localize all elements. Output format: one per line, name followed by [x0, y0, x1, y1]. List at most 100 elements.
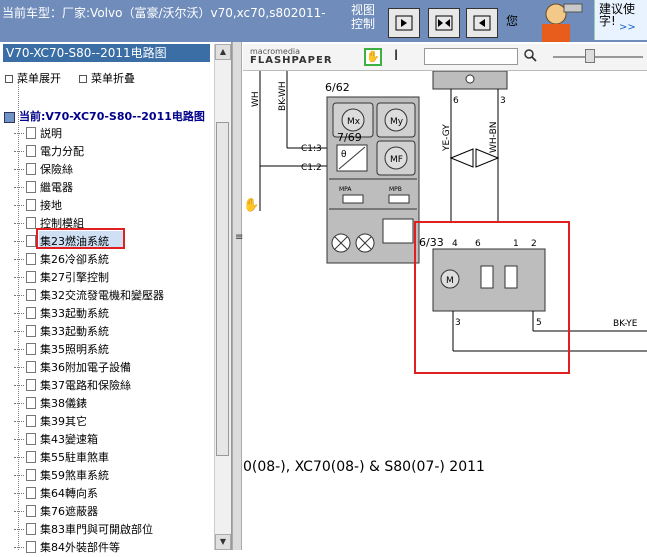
tree-connector-dots: [14, 240, 24, 242]
tree-item-label: 繼電器: [40, 181, 73, 194]
vehicle-title: 当前车型：厂家:Volvo（富豪/沃尔沃）v70,xc70,s802011-: [2, 6, 326, 20]
zoom-slider-track[interactable]: [553, 56, 643, 58]
book-icon: [4, 111, 15, 123]
document-icon: [26, 163, 36, 175]
tree-item[interactable]: 集43變速箱: [14, 431, 98, 449]
tree-item[interactable]: 説明: [14, 125, 62, 143]
panel-splitter[interactable]: [232, 42, 242, 550]
hand-tool-button[interactable]: ✋: [364, 48, 382, 66]
tree-connector-dots: [14, 132, 24, 134]
scroll-thumb[interactable]: [216, 122, 229, 456]
wire-label-bkye: BK-YE: [613, 319, 638, 329]
tree-scrollbar[interactable]: ▲ ▼: [214, 44, 231, 550]
flashpaper-toolbar: macromedia FLASHPAPER ✋ I: [243, 44, 647, 71]
tree-item[interactable]: 集59煞車系統: [14, 467, 109, 485]
tree-item[interactable]: 集64轉向系: [14, 485, 98, 503]
tree-connector-dots: [14, 150, 24, 152]
tree-connector-dots: [14, 402, 24, 404]
tree-item[interactable]: 集55駐車煞車: [14, 449, 109, 467]
document-icon: [26, 523, 36, 535]
tree-item[interactable]: 集39其它: [14, 413, 87, 431]
motor-my: My: [390, 117, 404, 127]
tree-connector-dots: [14, 204, 24, 206]
tree-item[interactable]: 集76遮蔽器: [14, 503, 98, 521]
expand-menu-button[interactable]: 菜单展开: [5, 70, 61, 86]
document-icon: [26, 325, 36, 337]
tree-item[interactable]: 集33起動系統: [14, 323, 109, 341]
tree-item-label: 集33起動系統: [40, 325, 109, 338]
arrow-right-icon: [395, 15, 413, 31]
tree-item-label: 集36附加電子設備: [40, 361, 131, 374]
tree-connector-dots: [14, 294, 24, 296]
pin-3-top: 3: [500, 96, 506, 106]
tree-item-label: 集32交流發電機和變壓器: [40, 289, 164, 302]
tree-connector-dots: [14, 258, 24, 260]
tree-item[interactable]: 繼電器: [14, 179, 73, 197]
collapse-icon: [79, 75, 87, 83]
highlight-annotation-box: [36, 228, 125, 249]
tree-item[interactable]: 集84外裝部件等: [14, 539, 120, 557]
tree-item-label: 集33起動系統: [40, 307, 109, 320]
theta-label: θ: [341, 150, 347, 160]
tree-item[interactable]: 集35照明系統: [14, 341, 109, 359]
scroll-up-button[interactable]: ▲: [215, 44, 231, 60]
tree-connector-dots: [14, 312, 24, 314]
logo-bottom-text: FLASHPAPER: [250, 55, 333, 66]
scroll-down-button[interactable]: ▼: [215, 534, 231, 550]
tree-item[interactable]: 集37電路和保險絲: [14, 377, 131, 395]
hand-icon: ✋: [366, 50, 380, 63]
document-icon: [26, 379, 36, 391]
text-select-tool[interactable]: I: [394, 48, 398, 64]
tree-item-label: 集38儀錶: [40, 397, 87, 410]
expand-label: 菜单展开: [17, 72, 61, 85]
tree-item[interactable]: 集27引擎控制: [14, 269, 109, 287]
tree-item-label: 集64轉向系: [40, 487, 98, 500]
tree-item[interactable]: 集33起動系統: [14, 305, 109, 323]
tree-item[interactable]: 保險絲: [14, 161, 73, 179]
document-icon: [26, 541, 36, 553]
tree-item[interactable]: 集36附加電子設備: [14, 359, 131, 377]
banner-link[interactable]: >>: [619, 22, 636, 33]
tree-item-label: 説明: [40, 127, 62, 140]
tree-item-label: 集43變速箱: [40, 433, 98, 446]
collapse-menu-button[interactable]: 菜单折叠: [79, 70, 135, 86]
zoom-slider-thumb[interactable]: [585, 49, 595, 63]
tree-root[interactable]: 当前:V70-XC70-S80--2011电路图: [4, 108, 205, 124]
tree-item[interactable]: 集83車門與可開啟部位: [14, 521, 153, 539]
tree-item-label: 集27引擎控制: [40, 271, 109, 284]
document-icon: [26, 433, 36, 445]
ad-banner[interactable]: 建议使 字! >>: [594, 0, 647, 40]
tree-item[interactable]: 集26冷卻系統: [14, 251, 109, 269]
document-icon: [26, 343, 36, 355]
tree-item[interactable]: 接地: [14, 197, 62, 215]
document-icon: [26, 469, 36, 481]
nav-collapse-button[interactable]: [428, 8, 460, 38]
tree-item[interactable]: 集38儀錶: [14, 395, 87, 413]
wire-label-bkwh: BK-WH: [278, 81, 288, 111]
tree-connector-dots: [14, 276, 24, 278]
tree-item-label: 集76遮蔽器: [40, 505, 98, 518]
search-icon[interactable]: [523, 48, 537, 62]
tree-item-label: 集84外裝部件等: [40, 541, 120, 554]
search-input[interactable]: [424, 48, 518, 65]
tree-item-label: 集59煞車系統: [40, 469, 109, 482]
document-icon: [26, 199, 36, 211]
nav-next-button[interactable]: [388, 8, 420, 38]
document-viewer[interactable]: WH BK-WH C1:3 C1:2 6/62 Mx My 7/69 θ MF …: [243, 71, 647, 550]
pin-6-top: 6: [453, 96, 459, 106]
tree-connector-dots: [14, 366, 24, 368]
tree-connector-dots: [14, 168, 24, 170]
tree-connector-dots: [14, 510, 24, 512]
tree-item-label: 集39其它: [40, 415, 87, 428]
tree-item[interactable]: 電力分配: [14, 143, 84, 161]
tree-item-label: 集35照明系統: [40, 343, 109, 356]
nav-prev-button[interactable]: [466, 8, 498, 38]
tree-item[interactable]: 集32交流發電機和變壓器: [14, 287, 164, 305]
module-label-769: 7/69: [337, 131, 362, 144]
flashpaper-logo: macromedia FLASHPAPER: [250, 47, 333, 66]
document-icon: [26, 271, 36, 283]
tree-item-label: 集83車門與可開啟部位: [40, 523, 153, 536]
document-icon: [26, 145, 36, 157]
tree-root-label: 当前:V70-XC70-S80--2011电路图: [19, 110, 205, 123]
wire-label-wh: WH: [251, 91, 261, 107]
